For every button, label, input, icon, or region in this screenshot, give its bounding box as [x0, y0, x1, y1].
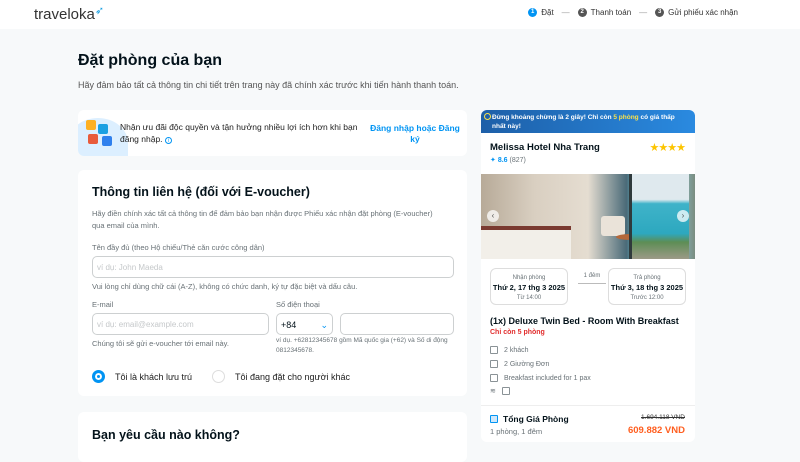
- total-price[interactable]: 609.882 VND: [628, 425, 685, 436]
- step-1-label: Đặt: [541, 8, 554, 17]
- no-smoking-icon: [501, 387, 510, 395]
- room-night-count: 1 phòng, 1 đêm: [490, 427, 543, 436]
- feature-guests: 2 khách: [490, 346, 529, 354]
- guests-icon: [490, 346, 498, 354]
- nights-count: 1 đêm: [578, 273, 606, 284]
- radio-self-guest[interactable]: Tôi là khách lưu trú: [92, 370, 192, 383]
- feature-amenities: ≋: [490, 387, 510, 395]
- login-link[interactable]: Đăng nhập hoặc Đăng ký: [370, 123, 460, 145]
- step-2-label: Thanh toán: [590, 8, 632, 17]
- email-hint: Chúng tôi sẽ gửi e-voucher tới email này…: [92, 339, 229, 348]
- phone-label: Số điện thoại: [276, 300, 320, 309]
- progress-steps: 1 Đặt — 2 Thanh toán — 3 Gửi phiếu xác nhận: [528, 8, 738, 17]
- chevron-right-icon[interactable]: ›: [677, 210, 689, 222]
- bird-icon: ➶: [94, 5, 105, 17]
- contact-card: Thông tin liên hệ (đối với E-voucher) Hã…: [78, 170, 467, 396]
- email-input[interactable]: [92, 313, 269, 335]
- page-subtitle: Hãy đảm bảo tất cả thông tin chi tiết tr…: [78, 80, 459, 90]
- urgency-banner: Đừng khoảng chừng là 2 giây! Chỉ còn 5 p…: [481, 110, 695, 133]
- requests-title: Bạn yêu cầu nào không?: [92, 428, 240, 442]
- bed-icon: [490, 360, 498, 368]
- feature-breakfast: Breakfast included for 1 pax: [490, 374, 591, 382]
- total-label: Tổng Giá Phòng: [503, 414, 569, 424]
- feature-beds: 2 Giường Đơn: [490, 360, 549, 368]
- contact-title: Thông tin liên hệ (đối với E-voucher): [92, 185, 310, 199]
- email-field[interactable]: [97, 320, 264, 329]
- info-icon[interactable]: i: [164, 137, 172, 144]
- full-name-input[interactable]: [92, 256, 454, 278]
- full-name-field[interactable]: [97, 263, 449, 272]
- clock-icon: [484, 113, 491, 120]
- original-price: 1.694.118 VND: [641, 414, 685, 421]
- hotel-name: Melissa Hotel Nha Trang: [490, 142, 600, 153]
- hotel-photo: ‹ ›: [481, 174, 695, 259]
- special-requests-card: Bạn yêu cầu nào không?: [78, 412, 467, 462]
- step-3-label: Gửi phiếu xác nhận: [668, 8, 738, 17]
- review-score: ✦ 8.6 (827): [490, 157, 526, 164]
- step-1-number: 1: [528, 8, 538, 17]
- country-code-value: +84: [281, 320, 297, 330]
- checkin-box: Nhận phòng Thứ 2, 17 thg 3 2025 Từ 14:00: [490, 268, 568, 305]
- contact-description: Hãy điền chính xác tất cả thông tin để đ…: [92, 209, 433, 230]
- top-header: traveloka➶ 1 Đặt — 2 Thanh toán — 3 Gửi phiếu…: [0, 0, 800, 29]
- phone-input[interactable]: [340, 313, 454, 335]
- name-label: Tên đầy đủ (theo Hộ chiếu/Thẻ căn cước c…: [92, 243, 265, 252]
- rating-icon: ✦: [490, 157, 496, 164]
- price-summary: Tổng Giá Phòng 1 phòng, 1 đêm 1.694.118 …: [481, 405, 695, 442]
- room-title: (1x) Deluxe Twin Bed - Room With Breakfa…: [490, 316, 679, 326]
- country-code-select[interactable]: +84 ⌄: [276, 313, 333, 335]
- wifi-icon: ≋: [490, 388, 496, 395]
- radio-other-label: Tôi đang đặt cho người khác: [235, 371, 350, 382]
- utensils-icon: [490, 374, 498, 382]
- chevron-down-icon: ⌄: [320, 320, 328, 330]
- checkout-box: Trả phòng Thứ 3, 18 thg 3 2025 Trước 12:00: [608, 268, 686, 305]
- radio-empty-icon: [212, 370, 225, 383]
- rooms-left: Chỉ còn 5 phòng: [490, 329, 545, 336]
- receipt-icon: [490, 415, 498, 423]
- radio-other-guest[interactable]: Tôi đang đặt cho người khác: [212, 370, 350, 383]
- phone-field[interactable]: [345, 320, 449, 329]
- logo-text: traveloka: [34, 6, 95, 23]
- page-title: Đặt phòng của bạn: [78, 52, 222, 69]
- star-rating: ★★★★: [649, 142, 686, 154]
- banner-text: Nhận ưu đãi độc quyền và tận hưởng nhiều…: [120, 122, 358, 144]
- radio-selected-icon: [92, 370, 105, 383]
- login-banner: Nhận ưu đãi độc quyền và tận hưởng nhiều…: [78, 110, 467, 156]
- name-hint: Vui lòng chỉ dùng chữ cái (A-Z), không c…: [92, 282, 358, 291]
- traveloka-logo[interactable]: traveloka➶: [34, 5, 105, 23]
- email-label: E-mail: [92, 300, 114, 309]
- step-3-number: 3: [655, 8, 665, 17]
- step-2-number: 2: [577, 8, 587, 17]
- radio-self-label: Tôi là khách lưu trú: [115, 371, 193, 382]
- booking-summary: Đừng khoảng chừng là 2 giây! Chỉ còn 5 p…: [481, 110, 695, 442]
- phone-hint: ví dụ. +62812345678 gồm Mã quốc gia (+62…: [276, 337, 448, 354]
- chevron-left-icon[interactable]: ‹: [487, 210, 499, 222]
